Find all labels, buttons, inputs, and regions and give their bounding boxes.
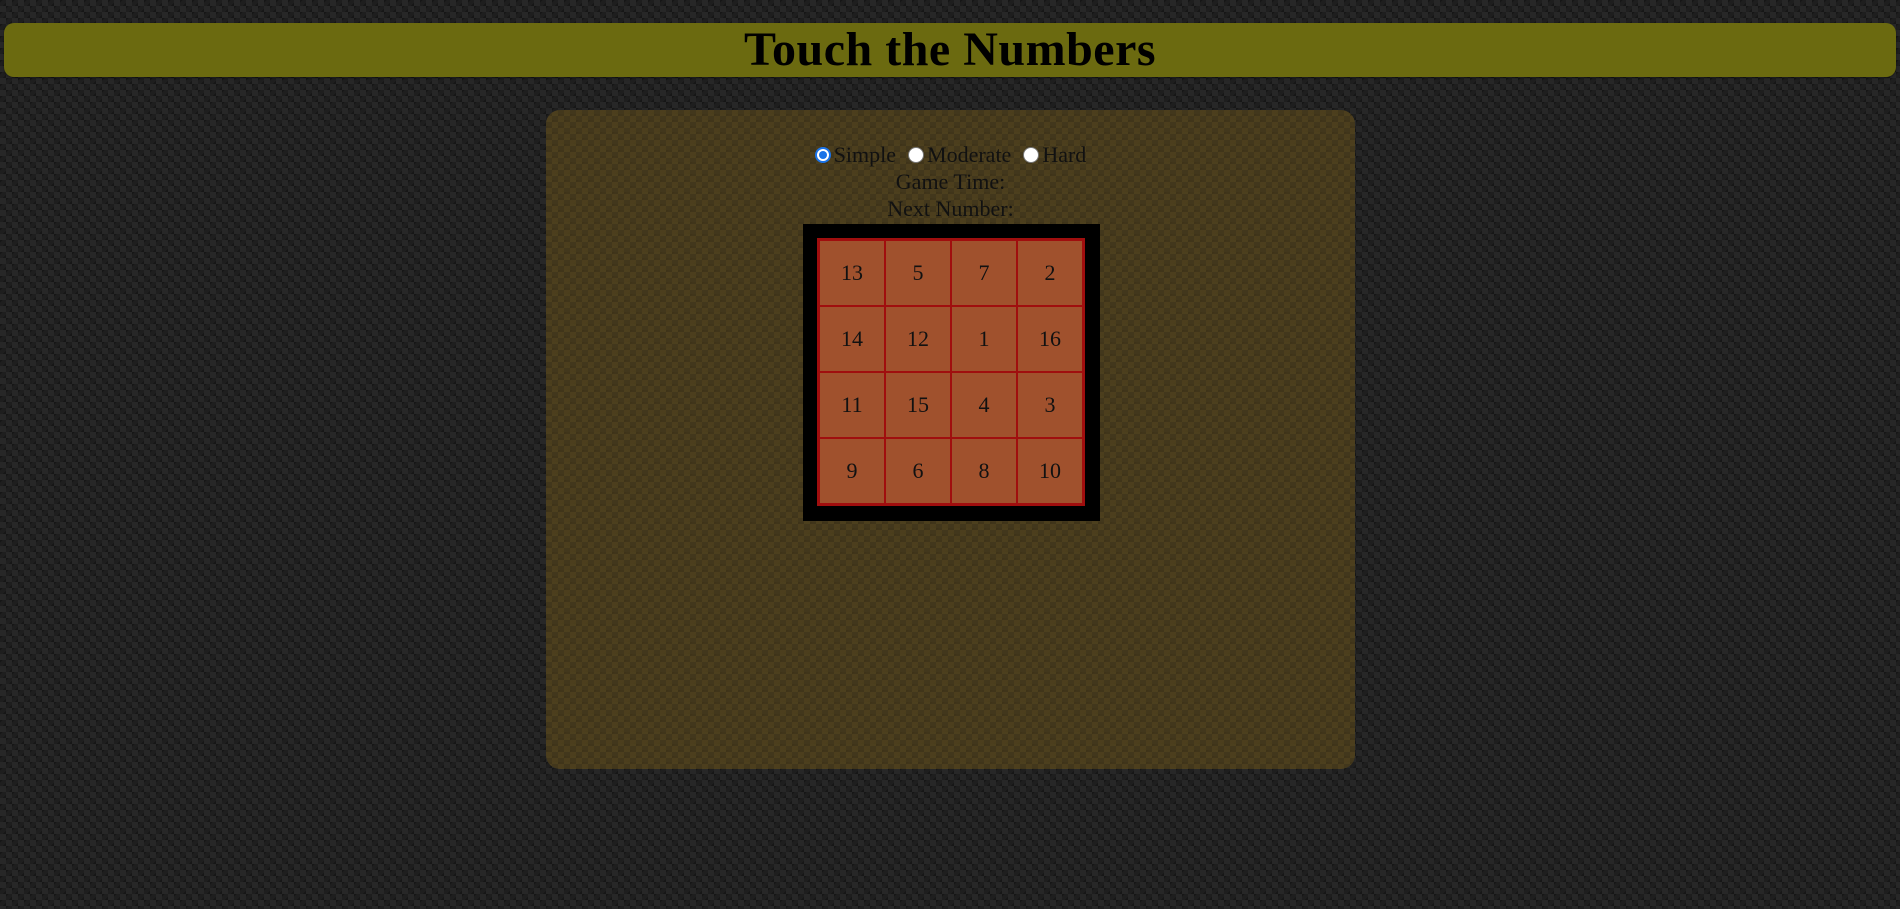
number-tile[interactable]: 12 [885,306,951,372]
number-tile[interactable]: 6 [885,438,951,504]
number-tile[interactable]: 14 [819,306,885,372]
number-tile[interactable]: 9 [819,438,885,504]
difficulty-option-moderate[interactable]: Moderate [908,142,1011,168]
difficulty-option-simple[interactable]: Simple [814,142,897,168]
game-board: 13 5 7 2 14 12 1 16 11 15 4 3 9 6 8 10 [803,224,1100,521]
number-tile[interactable]: 16 [1017,306,1083,372]
number-tile[interactable]: 13 [819,240,885,306]
number-tile[interactable]: 4 [951,372,1017,438]
radio-moderate[interactable] [908,147,925,163]
number-tile[interactable]: 3 [1017,372,1083,438]
difficulty-label-simple: Simple [833,142,897,167]
number-tile[interactable]: 5 [885,240,951,306]
difficulty-label-hard: Hard [1042,142,1087,167]
number-tile[interactable]: 7 [951,240,1017,306]
radio-hard[interactable] [1023,147,1040,163]
number-tile[interactable]: 10 [1017,438,1083,504]
next-number-label: Next Number: [887,196,1014,221]
number-tile[interactable]: 11 [819,372,885,438]
number-grid: 13 5 7 2 14 12 1 16 11 15 4 3 9 6 8 10 [817,238,1085,506]
number-tile[interactable]: 2 [1017,240,1083,306]
difficulty-selector: Simple Moderate Hard [546,142,1355,168]
number-tile[interactable]: 1 [951,306,1017,372]
radio-simple[interactable] [814,147,831,163]
number-tile[interactable]: 15 [885,372,951,438]
title-bar: Touch the Numbers [4,23,1896,77]
game-panel: Simple Moderate Hard Game Time: Next Num… [546,110,1355,769]
difficulty-label-moderate: Moderate [927,142,1012,167]
difficulty-option-hard[interactable]: Hard [1023,142,1086,168]
game-time-label: Game Time: [895,169,1006,194]
number-tile[interactable]: 8 [951,438,1017,504]
page-title: Touch the Numbers [743,23,1157,76]
